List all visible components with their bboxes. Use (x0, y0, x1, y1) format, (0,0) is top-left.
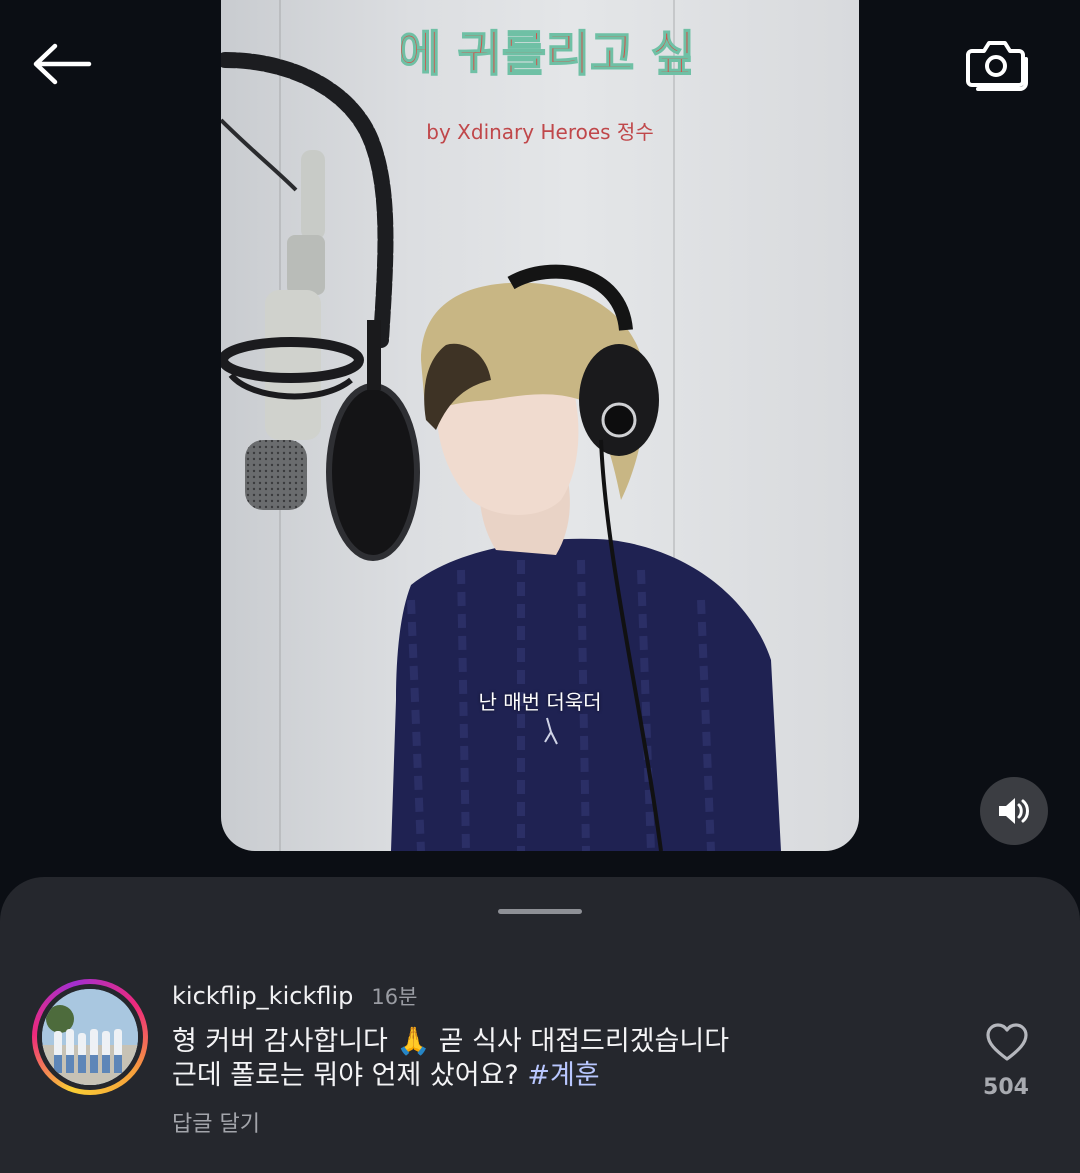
comment-like-button[interactable] (982, 1020, 1032, 1064)
avatar (42, 989, 138, 1085)
arrow-left-icon (33, 43, 92, 85)
story-avatar-ring[interactable] (32, 979, 148, 1095)
sheet-drag-handle[interactable] (498, 909, 582, 914)
svg-text:콘에 귀를리고 싶어: 콘에 귀를리고 싶어 (401, 26, 691, 82)
reply-button[interactable]: 답글 달기 (172, 1106, 260, 1138)
video-title-art: 콘에 귀를리고 싶어 (401, 25, 691, 83)
comment-text-line-2-prefix: 근데 폴로는 뭐야 언제 샀어요? (172, 1060, 528, 1091)
comment-text-line-2: 근데 폴로는 뭐야 언제 샀어요? #계훈 (172, 1059, 872, 1093)
comment-body: 형 커버 감사합니다 🙏 곧 식사 대접드리겠습니다 근데 폴로는 뭐야 언제 … (172, 1025, 872, 1093)
comment-header: kickflip_kickflip 16분 (172, 981, 417, 1011)
video-credit-text: by Xdinary Heroes 정수 (426, 120, 654, 144)
volume-icon (999, 798, 1029, 824)
video-subtitle-caption: 난 매번 더욱더 (478, 690, 602, 714)
back-button[interactable] (26, 34, 98, 94)
heart-outline-icon (986, 1023, 1028, 1061)
volume-button[interactable] (980, 777, 1048, 845)
comment-like-count: 504 (983, 1075, 1029, 1100)
video-player[interactable]: 콘에 귀를리고 싶어 by Xdinary Heroes 정수 난 매번 더욱더 (221, 0, 859, 851)
hashtag-link[interactable]: #계훈 (527, 1060, 599, 1091)
comment-username[interactable]: kickflip_kickflip (172, 982, 353, 1010)
comment-timestamp: 16분 (371, 985, 418, 1009)
avatar-image (42, 989, 138, 1085)
comment-text-line-1: 형 커버 감사합니다 🙏 곧 식사 대접드리겠습니다 (172, 1026, 730, 1057)
reels-comment-screen: 콘에 귀를리고 싶어 by Xdinary Heroes 정수 난 매번 더욱더 (0, 0, 1080, 1173)
camera-icon (966, 41, 1028, 91)
camera-button[interactable] (958, 30, 1034, 100)
comment-sheet: kickflip_kickflip 16분 형 커버 감사합니다 🙏 곧 식사 … (0, 877, 1080, 1173)
